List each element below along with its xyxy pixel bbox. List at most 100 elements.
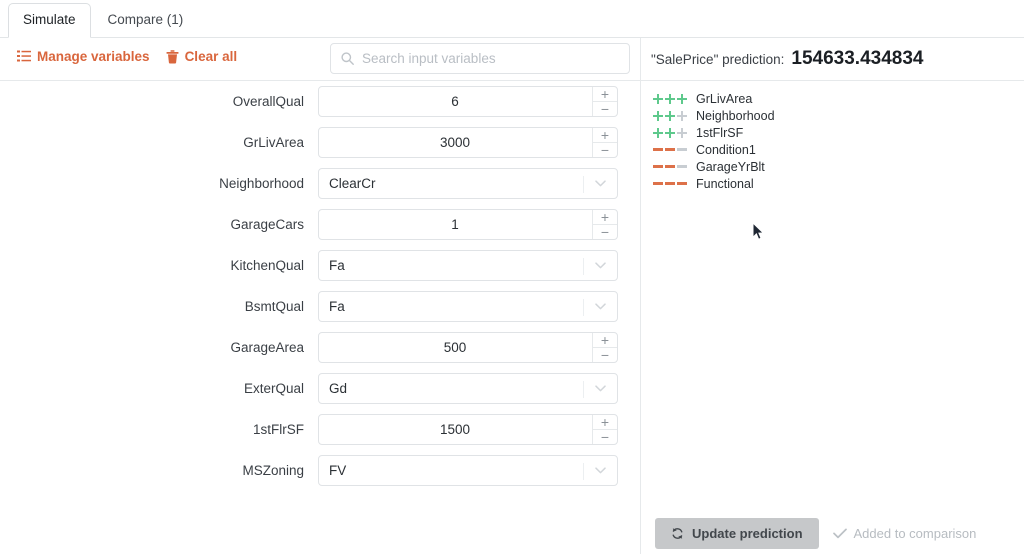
search-icon	[341, 52, 354, 65]
stepper-increment[interactable]: +	[593, 333, 617, 348]
field-label: Neighborhood	[219, 176, 304, 191]
update-prediction-label: Update prediction	[692, 526, 803, 541]
stepper-increment[interactable]: +	[593, 87, 617, 102]
field-label: ExterQual	[243, 381, 304, 396]
update-prediction-button[interactable]: Update prediction	[655, 518, 819, 549]
minus-mark	[665, 145, 675, 155]
minus-mark	[653, 145, 663, 155]
field-label: KitchenQual	[230, 258, 304, 273]
search-input[interactable]	[362, 51, 619, 66]
chevron-down-icon[interactable]	[583, 374, 617, 403]
field-row: ExterQual Gd	[0, 368, 640, 409]
feature-name: Condition1	[696, 142, 756, 157]
stepper-increment[interactable]: +	[593, 210, 617, 225]
field-label: 1stFlrSF	[252, 422, 304, 437]
plus-mark	[665, 127, 675, 138]
chevron-down-icon[interactable]	[583, 251, 617, 280]
plus-marks	[653, 127, 687, 138]
plus-mark	[677, 93, 687, 104]
clear-all-label: Clear all	[184, 49, 238, 64]
mouse-cursor	[752, 221, 765, 246]
grlivarea-input[interactable]: 3000 + −	[318, 127, 618, 158]
kitchenqual-select[interactable]: Fa	[318, 250, 618, 281]
minus-marks	[653, 162, 687, 172]
overallqual-input[interactable]: 6 + −	[318, 86, 618, 117]
field-label: MSZoning	[242, 463, 304, 478]
field-value: 1500	[439, 422, 471, 437]
field-row: GarageArea 500 + −	[0, 327, 640, 368]
neighborhood-select[interactable]: ClearCr	[318, 168, 618, 199]
feature-row: GrLivArea	[653, 90, 1024, 107]
field-row: Neighborhood ClearCr	[0, 163, 640, 204]
feature-row: Neighborhood	[653, 107, 1024, 124]
stepper-decrement[interactable]: −	[593, 348, 617, 362]
garagearea-input[interactable]: 500 + −	[318, 332, 618, 363]
chevron-down-icon[interactable]	[583, 169, 617, 198]
clear-all-button[interactable]: Clear all	[166, 49, 238, 64]
plus-mark	[665, 110, 675, 121]
prediction-value: 154633.434834	[791, 48, 924, 69]
plus-mark	[677, 127, 687, 138]
stepper-decrement[interactable]: −	[593, 102, 617, 116]
field-value: ClearCr	[329, 176, 376, 191]
field-label: GarageCars	[230, 217, 304, 232]
plus-mark	[665, 93, 675, 104]
tab-compare[interactable]: Compare (1)	[93, 3, 199, 38]
field-row: MSZoning FV	[0, 450, 640, 491]
tab-simulate[interactable]: Simulate	[8, 2, 91, 38]
mszoning-select[interactable]: FV	[318, 455, 618, 486]
stepper-decrement[interactable]: −	[593, 225, 617, 239]
manage-variables-label: Manage variables	[37, 49, 150, 64]
added-to-comparison-label: Added to comparison	[853, 526, 977, 541]
list-icon	[17, 50, 31, 63]
toolbar-actions: Manage variables Clear all	[17, 49, 237, 64]
number-stepper: + −	[592, 333, 617, 362]
minus-mark	[665, 179, 675, 189]
feature-name: Functional	[696, 176, 754, 191]
plus-mark	[653, 127, 663, 138]
stepper-increment[interactable]: +	[593, 415, 617, 430]
field-value: 6	[451, 94, 459, 109]
feature-row: Functional	[653, 175, 1024, 192]
feature-contribution-list: GrLivArea Neighborhood 1stFlrSF Condition1 G…	[641, 90, 1024, 192]
feature-name: 1stFlrSF	[696, 125, 744, 140]
plus-marks	[653, 93, 687, 104]
field-label: GarageArea	[230, 340, 304, 355]
minus-mark	[665, 162, 675, 172]
plus-mark	[677, 110, 687, 121]
field-value: 500	[443, 340, 467, 355]
feature-row: 1stFlrSF	[653, 124, 1024, 141]
field-value: 3000	[439, 135, 471, 150]
chevron-down-icon[interactable]	[583, 292, 617, 321]
prediction-label: "SalePrice" prediction:	[651, 51, 785, 67]
exterqual-select[interactable]: Gd	[318, 373, 618, 404]
field-value: Fa	[329, 258, 345, 273]
stepper-increment[interactable]: +	[593, 128, 617, 143]
chevron-down-icon[interactable]	[583, 456, 617, 485]
check-icon	[832, 528, 847, 539]
refresh-icon	[671, 527, 684, 540]
garagecars-input[interactable]: 1 + −	[318, 209, 618, 240]
plus-mark	[653, 110, 663, 121]
bsmtqual-select[interactable]: Fa	[318, 291, 618, 322]
stepper-decrement[interactable]: −	[593, 430, 617, 444]
1stflrsf-input[interactable]: 1500 + −	[318, 414, 618, 445]
minus-mark	[677, 145, 687, 155]
minus-marks	[653, 179, 687, 189]
feature-name: GarageYrBlt	[696, 159, 765, 174]
plus-mark	[653, 93, 663, 104]
minus-mark	[653, 162, 663, 172]
search-box[interactable]	[330, 43, 630, 74]
number-stepper: + −	[592, 87, 617, 116]
field-value: 1	[451, 217, 459, 232]
stepper-decrement[interactable]: −	[593, 143, 617, 157]
manage-variables-button[interactable]: Manage variables	[17, 49, 150, 64]
minus-mark	[653, 179, 663, 189]
number-stepper: + −	[592, 415, 617, 444]
plus-marks	[653, 110, 687, 121]
tab-bar: Simulate Compare (1)	[0, 0, 1024, 38]
feature-name: GrLivArea	[696, 91, 753, 106]
prediction-header: "SalePrice" prediction: 154633.434834	[641, 38, 1024, 81]
field-row: GarageCars 1 + −	[0, 204, 640, 245]
number-stepper: + −	[592, 210, 617, 239]
